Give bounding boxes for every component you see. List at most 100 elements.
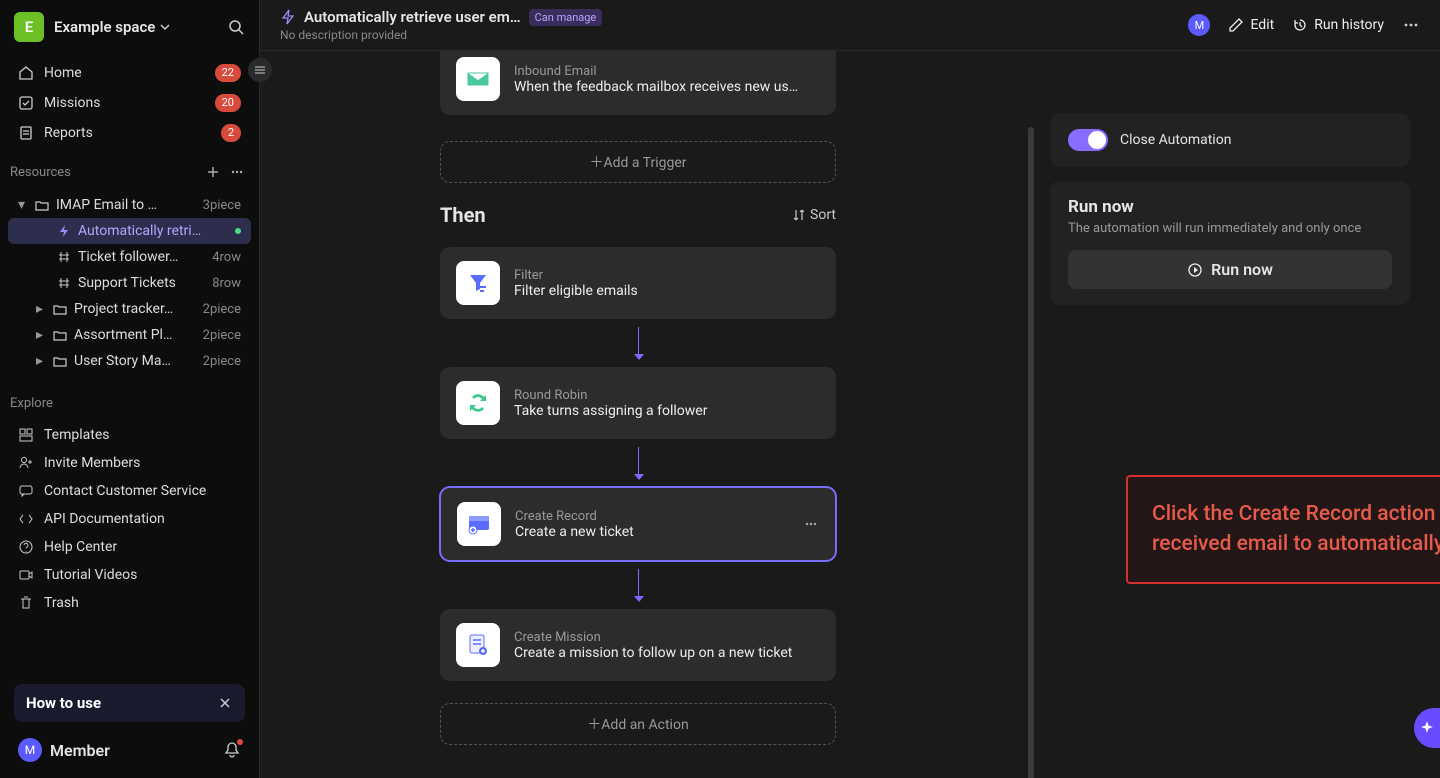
run-desc: The automation will run immediately and …: [1068, 221, 1392, 236]
more-icon[interactable]: [1402, 16, 1420, 34]
workspace-switcher[interactable]: E Example space: [0, 0, 259, 54]
nav-reports[interactable]: Reports 2: [8, 118, 251, 148]
nav-api[interactable]: API Documentation: [8, 505, 251, 533]
topbar: Automatically retrieve user em… Can mana…: [260, 0, 1440, 51]
sort-icon: [792, 208, 806, 222]
caret-down-icon[interactable]: ▾: [18, 197, 28, 213]
workspace-badge: E: [14, 12, 44, 42]
nav-tutorials[interactable]: Tutorial Videos: [8, 561, 251, 589]
nav-missions[interactable]: Missions 20: [8, 88, 251, 118]
main: Automatically retrieve user em… Can mana…: [260, 0, 1440, 778]
run-now-button[interactable]: Run now: [1068, 250, 1392, 289]
home-icon: [18, 65, 34, 81]
avatar[interactable]: M: [1188, 14, 1210, 36]
workspace-name: Example space: [54, 18, 217, 36]
page-description: No description provided: [280, 28, 1188, 50]
trash-icon: [18, 595, 34, 611]
bell-icon[interactable]: [223, 741, 241, 759]
nav-badge: 20: [215, 94, 241, 112]
nav-badge: 2: [221, 124, 241, 142]
toggle-label: Close Automation: [1120, 132, 1231, 148]
sidebar: E Example space Home 22 Missions 20 Repo…: [0, 0, 260, 778]
folder-icon: [52, 353, 68, 369]
nav-trash[interactable]: Trash: [8, 589, 251, 617]
tree-item-followers[interactable]: Ticket follower… 4row: [8, 244, 251, 270]
canvas[interactable]: Inbound Email When the feedback mailbox …: [260, 51, 1440, 778]
tree-item-automation[interactable]: Automatically retri…: [8, 218, 251, 244]
automation-toggle[interactable]: [1068, 129, 1108, 151]
connector: [638, 327, 639, 359]
history-icon: [1292, 17, 1308, 33]
sort-button[interactable]: Sort: [792, 207, 836, 223]
instruction-overlay: Click the Create Record action to config…: [1126, 475, 1440, 584]
how-to-use-card[interactable]: How to use: [14, 684, 245, 722]
caret-right-icon[interactable]: ▸: [36, 327, 46, 343]
document-plus-icon: [456, 623, 500, 667]
member-row[interactable]: M Member: [8, 730, 251, 770]
more-icon[interactable]: [225, 162, 249, 182]
add-action-button[interactable]: ＋Add an Action: [440, 703, 836, 745]
nav-invite[interactable]: Invite Members: [8, 449, 251, 477]
template-icon: [18, 427, 34, 443]
member-label: Member: [50, 741, 110, 760]
filter-icon: [456, 261, 500, 305]
nav-home[interactable]: Home 22: [8, 58, 251, 88]
pencil-icon: [1228, 17, 1244, 33]
nav-label: Missions: [44, 95, 100, 111]
nav-help[interactable]: Help Center: [8, 533, 251, 561]
action-create-record[interactable]: Create Record Create a new ticket: [440, 487, 836, 561]
explore-header: Explore: [0, 386, 259, 417]
nav-contact[interactable]: Contact Customer Service: [8, 477, 251, 505]
nav-label: Reports: [44, 125, 93, 141]
run-now-card: Run now The automation will run immediat…: [1050, 181, 1410, 305]
action-filter[interactable]: Filter Filter eligible emails: [440, 247, 836, 319]
help-icon: [18, 539, 34, 555]
folder-icon: [34, 197, 50, 213]
tree-item-tickets[interactable]: Support Tickets 8row: [8, 270, 251, 296]
avatar: M: [18, 738, 42, 762]
bolt-icon: [280, 9, 296, 25]
add-trigger-button[interactable]: ＋Add a Trigger: [440, 141, 836, 183]
then-header: Then Sort: [440, 203, 836, 227]
resources-header: Resources: [0, 152, 259, 188]
tree-item-imap[interactable]: ▾ IMAP Email to … 3piece: [8, 192, 251, 218]
user-plus-icon: [18, 455, 34, 471]
check-icon: [18, 95, 34, 111]
page-title: Automatically retrieve user em…: [304, 8, 521, 26]
nav-badge: 22: [215, 64, 241, 82]
edit-button[interactable]: Edit: [1228, 17, 1274, 33]
run-history-button[interactable]: Run history: [1292, 17, 1384, 33]
plus-icon: ＋: [587, 717, 601, 733]
more-icon[interactable]: [803, 516, 819, 532]
connector: [638, 569, 639, 601]
folder-icon: [52, 301, 68, 317]
video-icon: [18, 567, 34, 583]
scrollbar[interactable]: [1028, 111, 1034, 758]
caret-right-icon[interactable]: ▸: [36, 353, 46, 369]
plus-icon: ＋: [589, 155, 603, 171]
play-icon: [1187, 262, 1203, 278]
tree-item-project[interactable]: ▸ Project tracker… 2piece: [8, 296, 251, 322]
status-dot: [235, 228, 241, 234]
caret-right-icon[interactable]: ▸: [36, 301, 46, 317]
tree-item-assortment[interactable]: ▸ Assortment Pl… 2piece: [8, 322, 251, 348]
action-round-robin[interactable]: Round Robin Take turns assigning a follo…: [440, 367, 836, 439]
nav-label: Home: [44, 65, 82, 81]
inbox-icon: [456, 57, 500, 101]
tree-item-userstory[interactable]: ▸ User Story Ma… 2piece: [8, 348, 251, 374]
close-icon[interactable]: [217, 695, 233, 711]
table-plus-icon: [457, 502, 501, 546]
search-icon[interactable]: [227, 18, 245, 36]
scrollbar-thumb[interactable]: [1028, 127, 1034, 778]
code-icon: [18, 511, 34, 527]
action-create-mission[interactable]: Create Mission Create a mission to follo…: [440, 609, 836, 681]
nav-templates[interactable]: Templates: [8, 421, 251, 449]
refresh-icon: [456, 381, 500, 425]
hash-icon: [56, 275, 72, 291]
trigger-inbound-email[interactable]: Inbound Email When the feedback mailbox …: [440, 51, 836, 115]
add-resource-button[interactable]: [201, 162, 225, 182]
permission-badge: Can manage: [529, 9, 603, 26]
chevron-down-icon: [159, 21, 171, 33]
hash-icon: [56, 249, 72, 265]
card-text: When the feedback mailbox receives new u…: [514, 79, 820, 95]
